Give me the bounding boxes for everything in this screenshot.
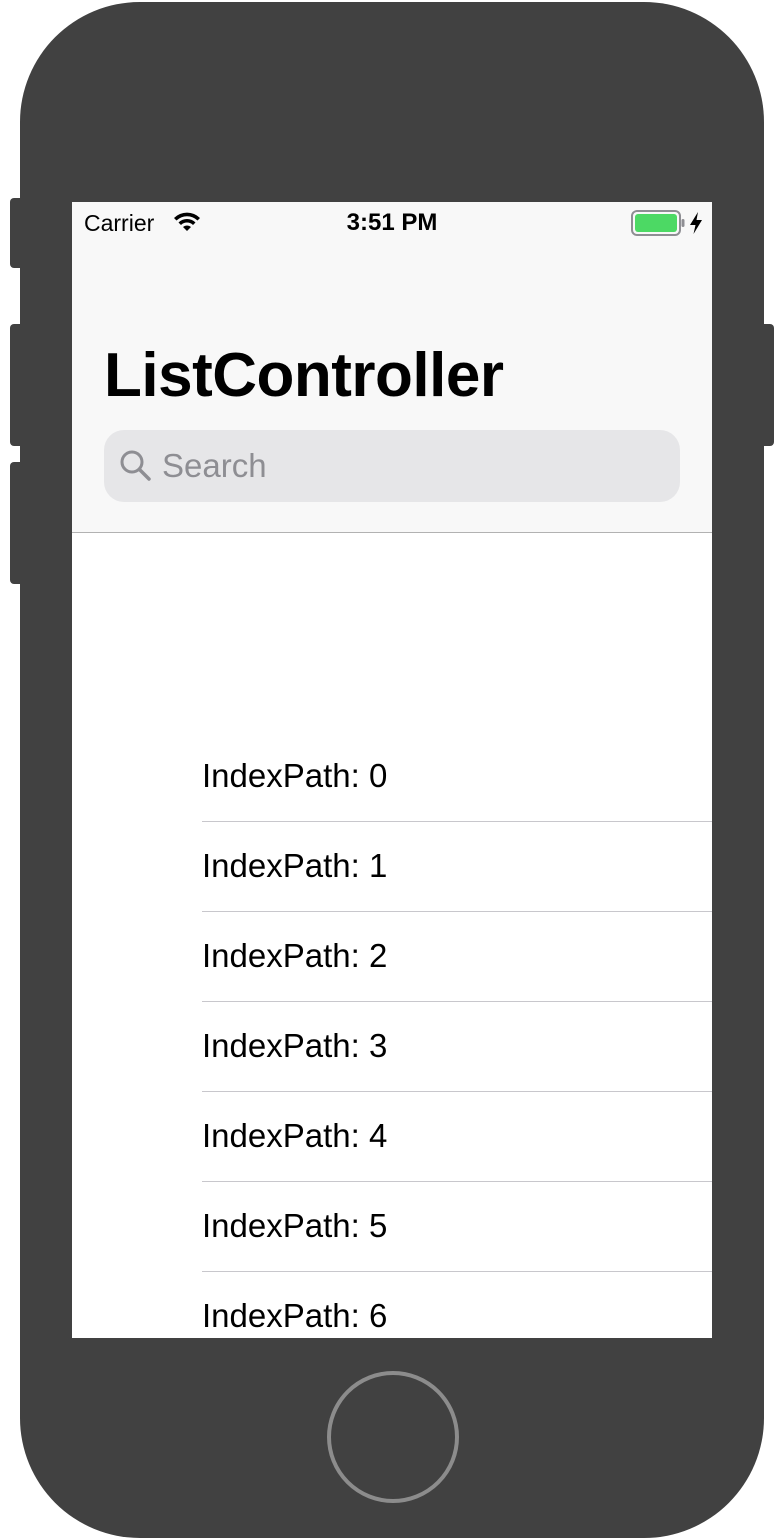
list-item[interactable]: IndexPath: 6: [72, 1272, 712, 1338]
home-button[interactable]: [327, 1371, 459, 1503]
list-item-label: IndexPath: 4: [202, 1117, 388, 1154]
list-item-label: IndexPath: 5: [202, 1207, 388, 1244]
table-view[interactable]: IndexPath: 0 IndexPath: 1 IndexPath: 2 I…: [72, 732, 712, 1338]
status-bar: Carrier 3:51 PM: [72, 202, 712, 242]
search-icon: [120, 450, 151, 481]
search-input[interactable]: [162, 430, 662, 502]
list-item-label: IndexPath: 1: [202, 847, 388, 884]
list-item[interactable]: IndexPath: 3: [72, 1002, 712, 1092]
list-item[interactable]: IndexPath: 2: [72, 912, 712, 1002]
list-item[interactable]: IndexPath: 1: [72, 822, 712, 912]
charging-bolt-icon: [690, 212, 702, 234]
status-time: 3:51 PM: [346, 209, 438, 236]
list-item[interactable]: IndexPath: 0: [72, 732, 712, 822]
navigation-bar: Carrier 3:51 PM ListController: [72, 202, 712, 533]
list-item-label: IndexPath: 0: [202, 757, 388, 794]
page-title: ListController: [104, 341, 504, 410]
list-item[interactable]: IndexPath: 5: [72, 1182, 712, 1272]
list-item-label: IndexPath: 6: [202, 1297, 388, 1334]
list-item[interactable]: IndexPath: 4: [72, 1092, 712, 1182]
list-item-label: IndexPath: 2: [202, 937, 388, 974]
search-bar[interactable]: [104, 430, 680, 502]
battery-icon: [631, 210, 685, 236]
list-item-label: IndexPath: 3: [202, 1027, 388, 1064]
screen: Carrier 3:51 PM ListController Search In…: [72, 202, 712, 1338]
